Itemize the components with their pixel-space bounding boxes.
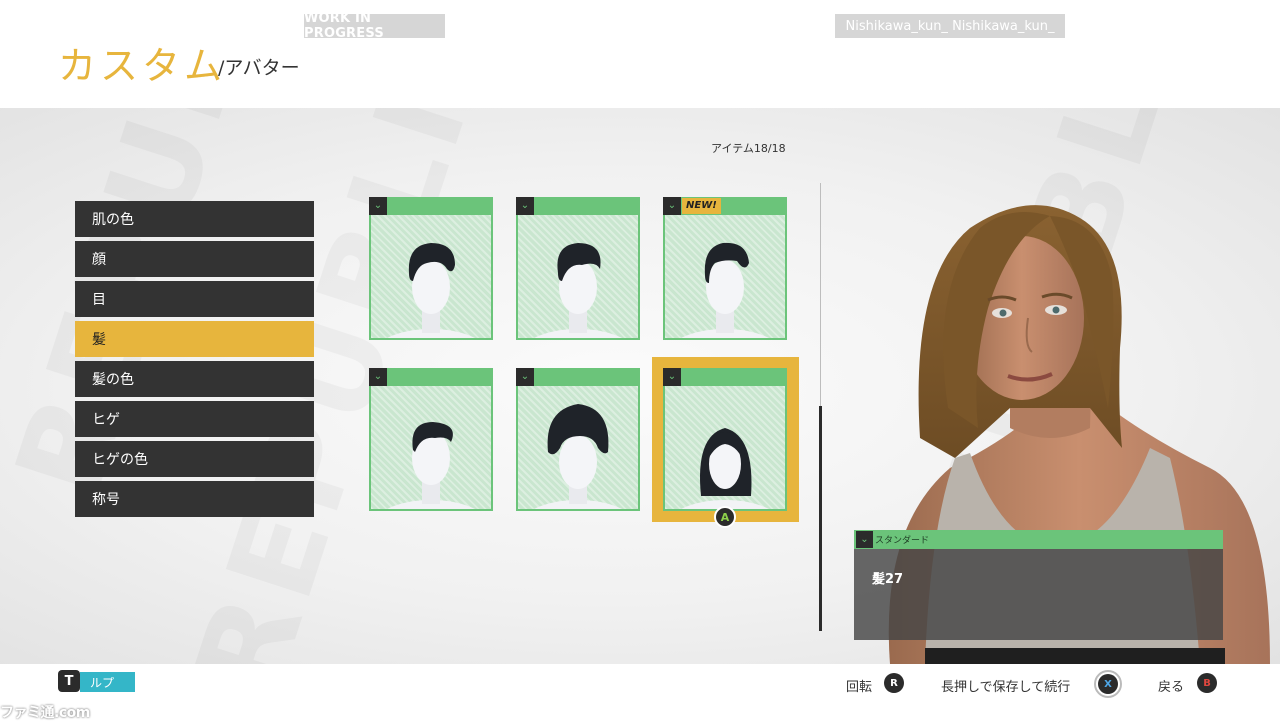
save-label: 長押しで保存して続行 [941, 680, 1071, 695]
category-label: 肌の色 [92, 212, 134, 228]
category-beard[interactable]: ヒゲ [75, 401, 314, 437]
rarity-label: スタンダード [875, 536, 930, 546]
tile-header-bar [516, 197, 640, 215]
hair-item-6-selected[interactable]: ⌄ [663, 368, 787, 511]
category-label: 髪 [92, 332, 106, 348]
a-button-icon: A [714, 506, 736, 528]
save-button[interactable]: X [1094, 670, 1122, 698]
page-title: カスタム [58, 44, 227, 88]
category-menu: 肌の色 顔 目 髪 髪の色 ヒゲ ヒゲの色 称号 [75, 201, 314, 521]
category-label: 称号 [92, 492, 120, 508]
hair-item-4[interactable]: ⌄ [369, 368, 493, 511]
category-eyes[interactable]: 目 [75, 281, 314, 317]
item-count: アイテム18/18 [711, 142, 786, 155]
watermark: ファミ通.com [0, 705, 90, 721]
tile-frame [369, 197, 493, 340]
hair-item-5[interactable]: ⌄ [516, 368, 640, 511]
rotate-label: 回転 [846, 680, 873, 695]
back-label: 戻る [1158, 680, 1185, 695]
footer [0, 664, 1280, 720]
chevron-down-icon: ⌄ [663, 368, 681, 386]
help-button[interactable]: ルプ [80, 672, 135, 692]
chevron-down-icon: ⌄ [856, 531, 873, 548]
tile-frame [369, 368, 493, 511]
shirt-icon: T [58, 670, 80, 692]
tile-header-bar [369, 368, 493, 386]
hair-item-2[interactable]: ⌄ [516, 197, 640, 340]
item-name: 髪27 [872, 572, 904, 587]
category-label: 髪の色 [92, 372, 134, 388]
tile-header-bar [663, 368, 787, 386]
tile-frame [663, 197, 787, 340]
x-button-icon: X [1098, 674, 1118, 694]
chevron-down-icon: ⌄ [516, 368, 534, 386]
r-button-icon[interactable]: R [884, 673, 904, 693]
category-face[interactable]: 顔 [75, 241, 314, 277]
category-title[interactable]: 称号 [75, 481, 314, 517]
category-label: 目 [92, 292, 106, 308]
scrollbar-thumb[interactable] [819, 406, 822, 631]
page-subtitle: /アバター [218, 57, 300, 79]
wip-badge: WORK IN PROGRESS [304, 11, 445, 41]
category-skin-color[interactable]: 肌の色 [75, 201, 314, 237]
category-label: ヒゲ [92, 412, 120, 428]
chevron-down-icon: ⌄ [369, 197, 387, 215]
category-hair-color[interactable]: 髪の色 [75, 361, 314, 397]
chevron-down-icon: ⌄ [516, 197, 534, 215]
hair-item-3[interactable]: ⌄ NEW! [663, 197, 787, 340]
b-button-icon[interactable]: B [1197, 673, 1217, 693]
tile-header-bar [516, 368, 640, 386]
header: WORK IN PROGRESS Nishikawa_kun_ Nishikaw… [0, 0, 1280, 108]
item-info-panel: ⌄ スタンダード 髪27 [854, 530, 1223, 640]
hair-item-1[interactable]: ⌄ [369, 197, 493, 340]
tile-frame [516, 197, 640, 340]
category-hair[interactable]: 髪 [75, 321, 314, 357]
user-badge: Nishikawa_kun_ Nishikawa_kun_ [835, 14, 1065, 38]
chevron-down-icon: ⌄ [663, 197, 681, 215]
category-label: ヒゲの色 [92, 452, 148, 468]
new-badge: NEW! [682, 198, 721, 214]
category-label: 顔 [92, 252, 106, 268]
category-beard-color[interactable]: ヒゲの色 [75, 441, 314, 477]
tile-frame [663, 368, 787, 511]
chevron-down-icon: ⌄ [369, 368, 387, 386]
tile-header-bar [369, 197, 493, 215]
tile-frame [516, 368, 640, 511]
